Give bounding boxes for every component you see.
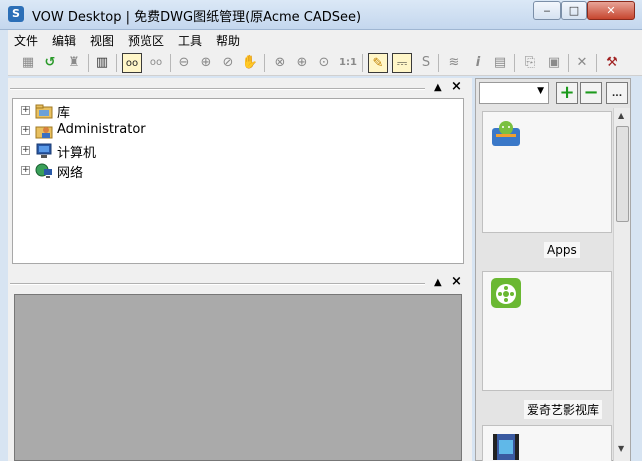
copy-icon[interactable]: ⎘ (520, 53, 540, 73)
zoom-out-icon[interactable]: ⊖ (174, 53, 194, 73)
tile-label: 爱奇艺影视库 (524, 400, 603, 419)
menu-edit[interactable]: 编辑 (52, 32, 76, 49)
expand-icon[interactable]: + (21, 146, 30, 155)
layer-icon[interactable]: ⎓ (392, 53, 412, 73)
delete-icon[interactable]: ✕ (572, 53, 592, 73)
expand-icon[interactable]: + (21, 166, 30, 175)
category-select[interactable]: ▼ (479, 82, 549, 104)
expand-icon[interactable]: + (21, 106, 30, 115)
toolbar: ▦ ↺ ♜ ▥ oo oo ⊖ ⊕ ⊘ ✋ ⊗ ⊕ ⊙ 1:1 ✎ ⎓ S ≋ … (8, 50, 642, 76)
apps-android-icon (491, 118, 521, 148)
pin-icon[interactable]: ▲ (434, 277, 442, 288)
text-icon[interactable]: S (416, 53, 436, 73)
menu-file[interactable]: 文件 (14, 32, 38, 49)
minimize-button[interactable]: ‒ (533, 1, 561, 20)
tile-apps[interactable] (482, 111, 612, 233)
zoom-window-icon[interactable]: ⊘ (218, 53, 238, 73)
tile-video[interactable] (482, 425, 612, 461)
zoom-in-icon[interactable]: ⊕ (196, 53, 216, 73)
close-icon[interactable]: × (451, 79, 462, 94)
menu-view[interactable]: 视图 (90, 32, 114, 49)
zoom-all-icon[interactable]: ⊙ (314, 53, 334, 73)
tree-item-label: 计算机 (57, 146, 97, 161)
scrollbar-thumb[interactable] (616, 126, 629, 222)
toolbar-separator (88, 54, 89, 72)
toolbar-separator (264, 54, 265, 72)
network-icon (35, 163, 53, 179)
remove-button[interactable]: − (580, 82, 602, 104)
close-icon[interactable]: × (451, 274, 462, 289)
stack-icon[interactable]: ≋ (444, 53, 464, 73)
chevron-down-icon: ▼ (537, 86, 544, 96)
toolbar-separator (438, 54, 439, 72)
preview-panel-header: ▲ × (10, 274, 463, 291)
dual-view-icon[interactable]: oo (146, 53, 166, 73)
toolbar-separator (362, 54, 363, 72)
tile-iqiyi[interactable] (482, 271, 612, 391)
tree-panel-header: ▲ × (10, 79, 463, 96)
tools-icon[interactable]: ⚒ (602, 53, 622, 73)
add-button[interactable]: + (556, 82, 578, 104)
menu-preview[interactable]: 预览区 (128, 32, 164, 49)
toolbar-separator (170, 54, 171, 72)
print-icon[interactable]: ▤ (490, 53, 510, 73)
pin-icon[interactable]: ▲ (434, 82, 442, 93)
actual-size-icon[interactable]: 1:1 (338, 53, 358, 73)
splitter[interactable] (8, 266, 472, 274)
tree-item-label: 网络 (57, 166, 84, 181)
menu-bar: 文件 编辑 视图 预览区 工具 帮助 (8, 30, 642, 50)
tree-item-label: Administrator (57, 122, 146, 137)
refresh-icon[interactable]: ↺ (40, 53, 60, 73)
window-title: VOW Desktop | 免费DWG图纸管理(原Acme CADSee) (32, 10, 362, 25)
launcher-scrollbar[interactable]: ▲ ▼ (613, 108, 630, 461)
launcher-panel: ▼ + − ... Apps 爱奇艺影视库 (475, 78, 631, 461)
title-bar: S VOW Desktop | 免费DWG图纸管理(原Acme CADSee) … (0, 0, 642, 30)
close-button[interactable]: ✕ (587, 1, 635, 20)
panel-grip (10, 283, 425, 285)
expand-icon[interactable]: + (21, 126, 30, 135)
user-folder-icon (35, 123, 53, 139)
toolbar-separator (568, 54, 569, 72)
binoculars-icon[interactable]: ♜ (64, 53, 84, 73)
iqiyi-film-icon (491, 278, 521, 308)
panel-grip (10, 88, 425, 90)
app-logo-icon: S (8, 6, 24, 22)
folder-tree: + 库 + Administrator + 计算机 + 网络 (12, 98, 464, 264)
toolbar-separator (514, 54, 515, 72)
paste-icon[interactable]: ▣ (544, 53, 564, 73)
preview-canvas[interactable] (14, 294, 462, 461)
pan-icon[interactable]: ✋ (240, 53, 260, 73)
single-view-icon[interactable]: oo (122, 53, 142, 73)
folder-icon[interactable]: ▦ (18, 53, 38, 73)
tree-item-label: 库 (57, 106, 71, 121)
menu-tools[interactable]: 工具 (178, 32, 202, 49)
info-icon[interactable]: i (468, 53, 488, 73)
more-button[interactable]: ... (606, 82, 628, 104)
toolbar-separator (596, 54, 597, 72)
scroll-down-icon[interactable]: ▼ (618, 444, 624, 453)
toolbar-separator (116, 54, 117, 72)
video-film-icon (491, 432, 521, 461)
computer-icon (35, 143, 53, 159)
menu-help[interactable]: 帮助 (216, 32, 240, 49)
tile-label: Apps (544, 242, 580, 258)
measure-icon[interactable]: ✎ (368, 53, 388, 73)
zoom-extent-icon[interactable]: ⊗ (270, 53, 290, 73)
layout-icon[interactable]: ▥ (92, 53, 112, 73)
zoom-prev-icon[interactable]: ⊕ (292, 53, 312, 73)
library-folder-icon (35, 103, 53, 119)
scroll-up-icon[interactable]: ▲ (618, 111, 624, 120)
maximize-button[interactable]: □ (561, 1, 587, 20)
